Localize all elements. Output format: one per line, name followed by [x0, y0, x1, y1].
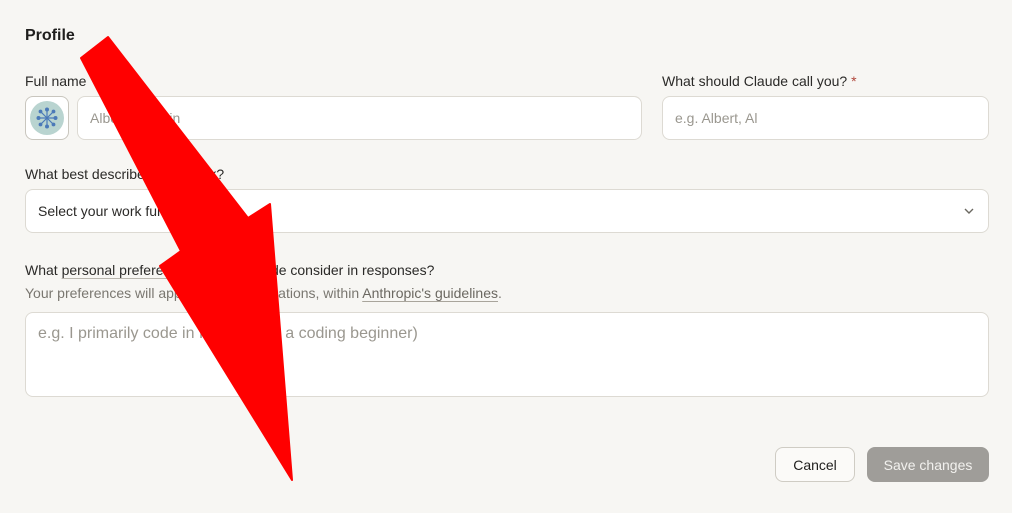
- work-function-value: Select your work function: [38, 203, 195, 219]
- section-title: Profile: [25, 27, 75, 44]
- avatar-pattern-icon: [36, 107, 58, 129]
- work-function-select[interactable]: Select your work function: [25, 189, 989, 233]
- required-marker: *: [851, 73, 857, 89]
- nickname-label-text: What should Claude call you?: [662, 73, 848, 89]
- work-label: What best describes your work?: [25, 166, 225, 182]
- save-changes-button[interactable]: Save changes: [867, 447, 989, 482]
- avatar-button[interactable]: [25, 96, 69, 140]
- cancel-button[interactable]: Cancel: [775, 447, 855, 482]
- preferences-label-prefix: What: [25, 262, 58, 278]
- profile-settings-page: Profile Full name Albert Einstein What s…: [0, 0, 1012, 513]
- preferences-placeholder: e.g. I primarily code in Python (not a c…: [38, 325, 418, 342]
- full-name-input[interactable]: Albert Einstein: [77, 96, 642, 140]
- preferences-help-suffix: .: [498, 285, 502, 301]
- avatar: [30, 101, 64, 135]
- annotation-arrow-icon: [80, 36, 293, 481]
- preferences-help: Your preferences will apply to all conve…: [25, 285, 502, 301]
- full-name-placeholder: Albert Einstein: [90, 110, 181, 126]
- preferences-help-prefix: Your preferences will apply to all conve…: [25, 285, 360, 301]
- chevron-down-icon: [964, 208, 974, 214]
- preferences-label-suffix: should Claude consider in responses?: [197, 262, 435, 278]
- preferences-label: What personal preferences should Claude …: [25, 262, 434, 278]
- nickname-input[interactable]: e.g. Albert, Al: [662, 96, 989, 140]
- preferences-textarea[interactable]: e.g. I primarily code in Python (not a c…: [25, 312, 989, 397]
- nickname-label: What should Claude call you? *: [662, 73, 857, 89]
- guidelines-link[interactable]: Anthropic's guidelines: [362, 285, 498, 301]
- full-name-label: Full name: [25, 73, 87, 89]
- personal-preferences-link[interactable]: personal preferences: [62, 262, 194, 278]
- nickname-placeholder: e.g. Albert, Al: [675, 110, 758, 126]
